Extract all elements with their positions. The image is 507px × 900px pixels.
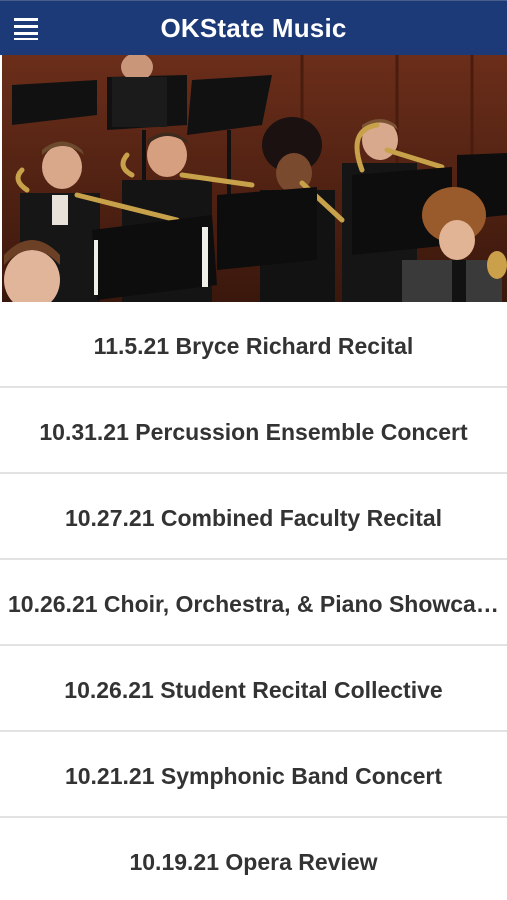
- recordings-list: 11.5.21 Bryce Richard Recital 10.31.21 P…: [0, 302, 507, 900]
- list-item-label: 10.27.21 Combined Faculty Recital: [64, 505, 443, 531]
- list-item-label: 10.19.21 Opera Review: [129, 849, 378, 875]
- list-item[interactable]: 10.31.21 Percussion Ensemble Concert: [0, 388, 507, 474]
- list-item-label: 11.5.21 Bryce Richard Recital: [93, 333, 414, 359]
- app-screen: OKState Music 11.5.21 Bryce Richard Reci…: [0, 0, 507, 900]
- app-title: OKState Music: [160, 13, 347, 43]
- app-header: OKState Music: [0, 0, 507, 55]
- list-item[interactable]: 10.27.21 Combined Faculty Recital: [0, 474, 507, 560]
- list-item-label: 10.26.21 Choir, Orchestra, & Piano Showc…: [8, 591, 499, 617]
- list-item[interactable]: 10.21.21 Symphonic Band Concert: [0, 732, 507, 818]
- list-item[interactable]: 10.19.21 Opera Review: [0, 818, 507, 900]
- list-item[interactable]: 11.5.21 Bryce Richard Recital: [0, 302, 507, 388]
- list-item-label: 10.26.21 Student Recital Collective: [64, 677, 443, 703]
- list-item[interactable]: 10.26.21 Choir, Orchestra, & Piano Showc…: [0, 560, 507, 646]
- hero-image-concert-band: [2, 55, 507, 302]
- list-item[interactable]: 10.26.21 Student Recital Collective: [0, 646, 507, 732]
- list-item-label: 10.21.21 Symphonic Band Concert: [64, 763, 443, 789]
- list-item-label: 10.31.21 Percussion Ensemble Concert: [39, 419, 468, 445]
